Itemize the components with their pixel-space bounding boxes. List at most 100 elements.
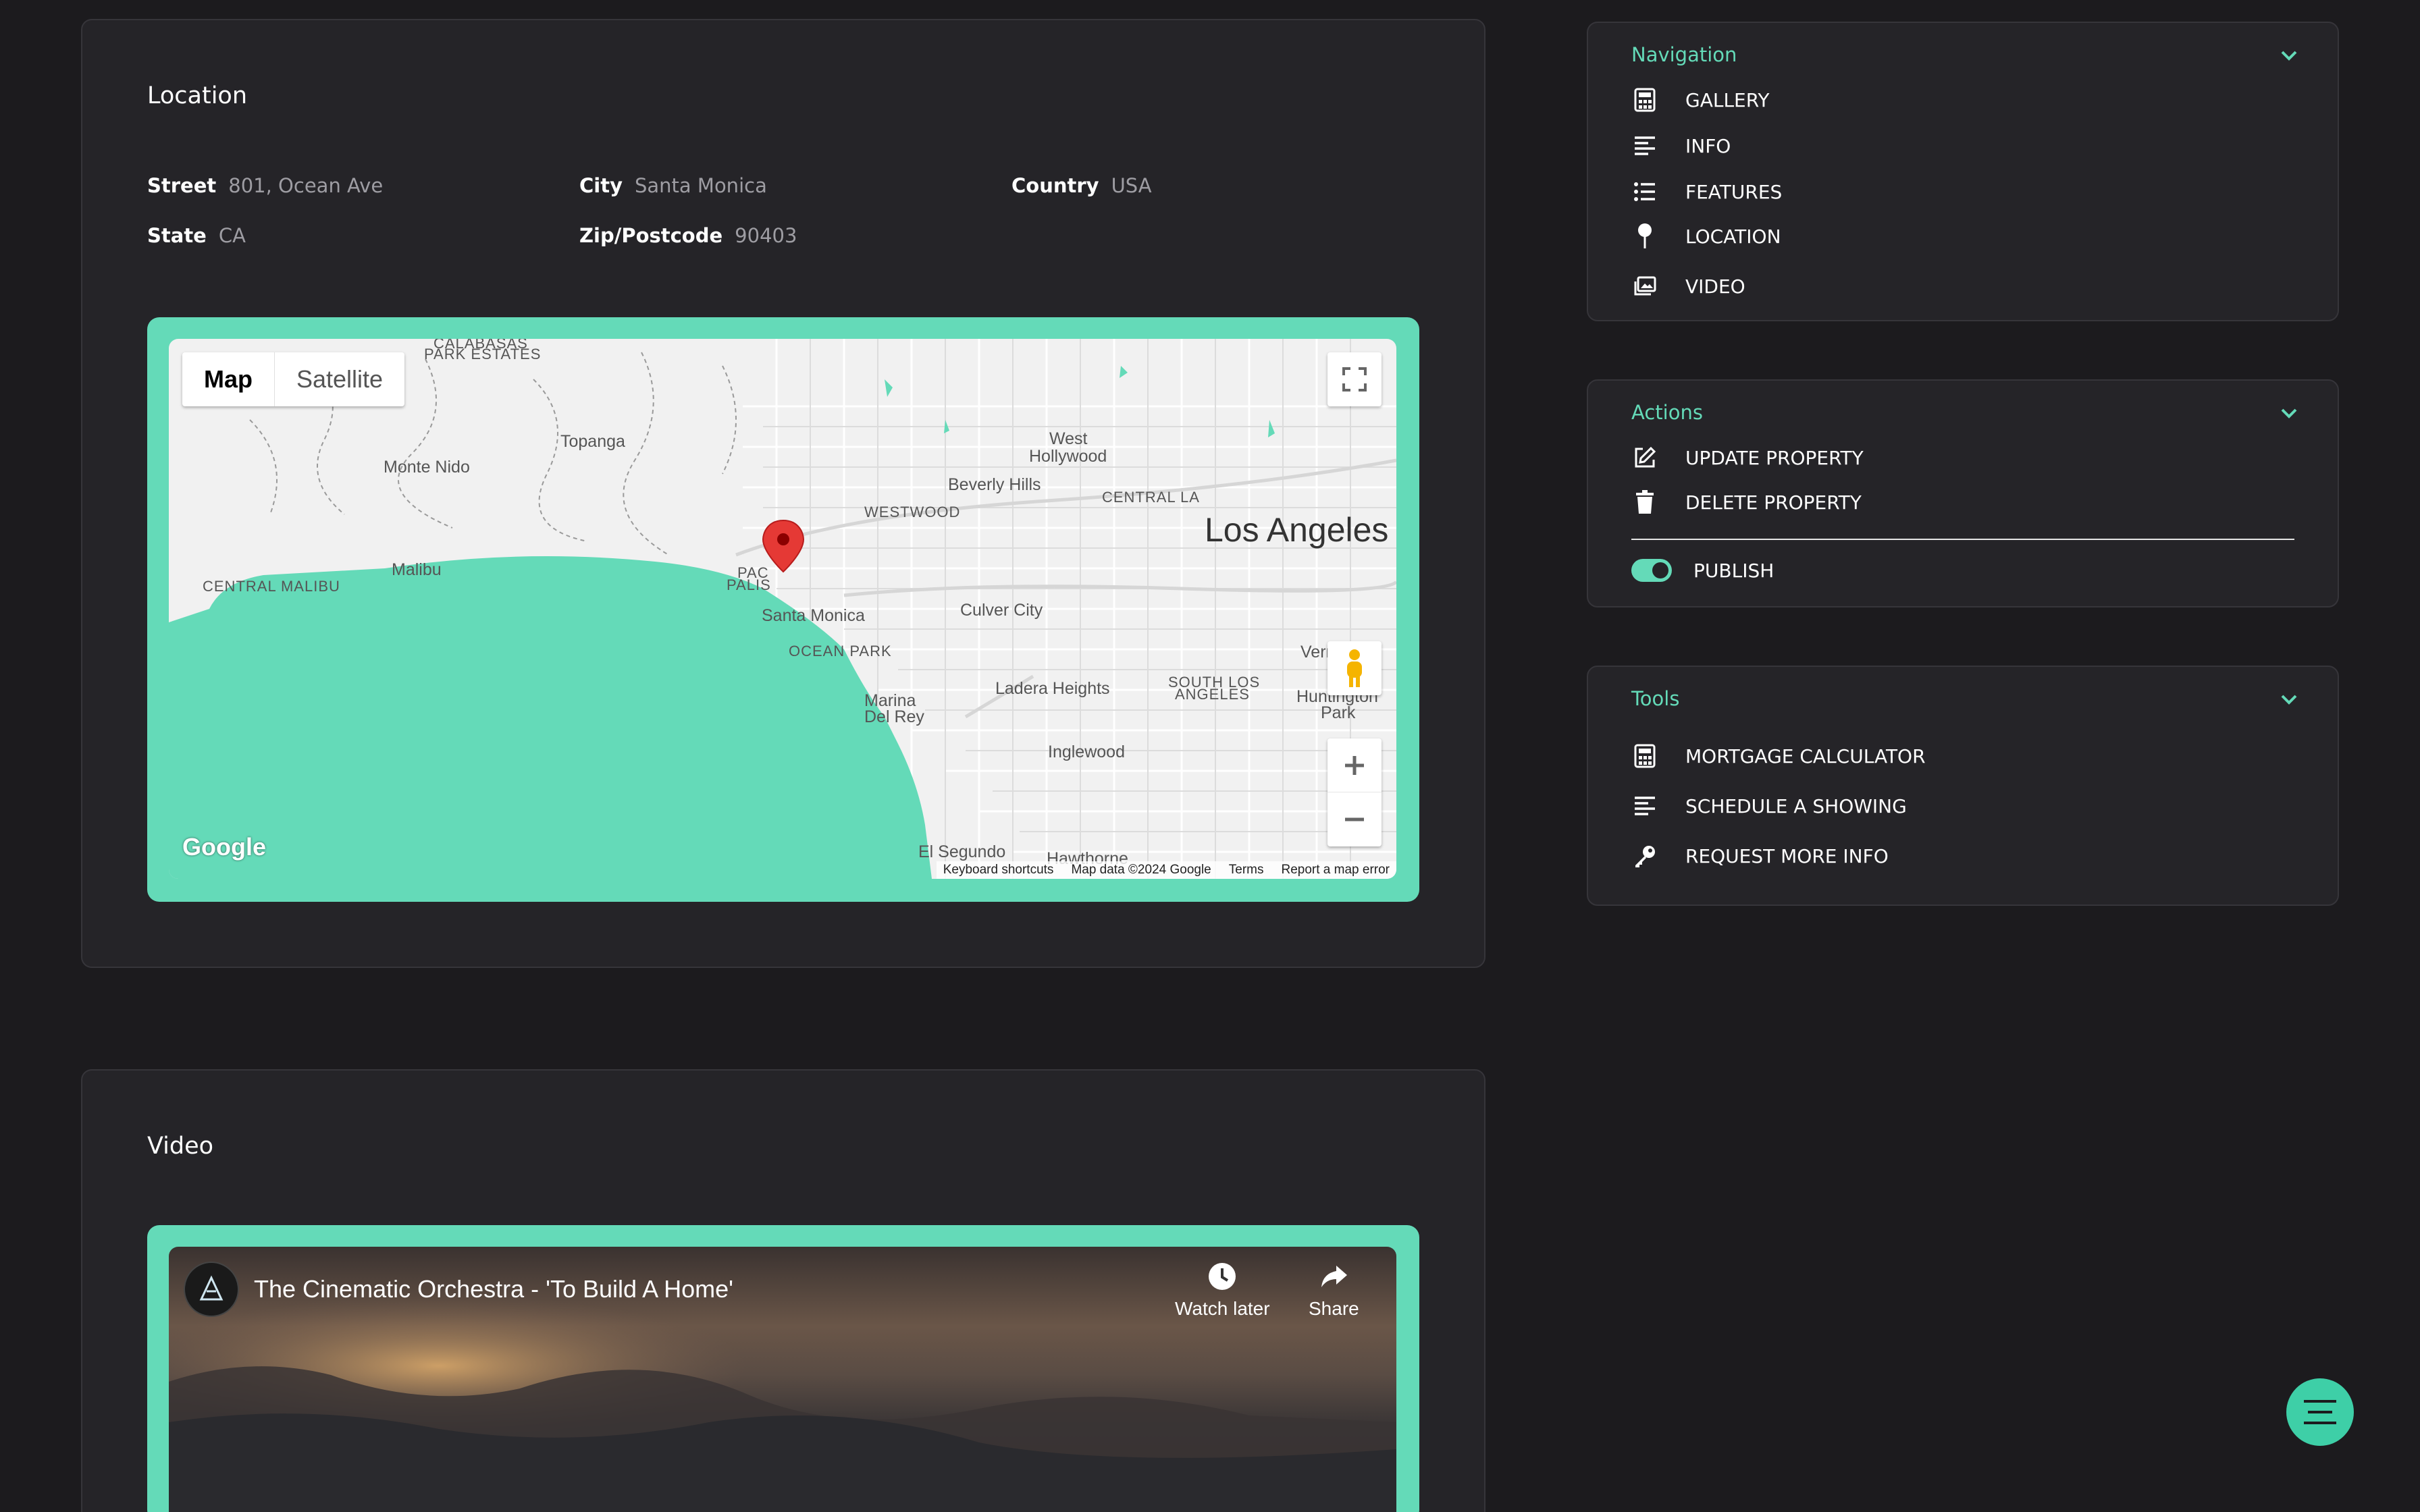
map-data-attribution: Map data ©2024 Google [1071, 863, 1211, 877]
map-type-toggle: Map Satellite [182, 352, 405, 406]
nav-item-info[interactable]: INFO [1631, 132, 1731, 159]
map-label-huntington-2: Park [1321, 703, 1356, 722]
key-icon [1635, 846, 1655, 867]
hamburger-icon [2304, 1400, 2336, 1424]
calculator-icon [1634, 744, 1656, 768]
navigation-panel: Navigation GALLERY INFO FEATURES LOCATIO… [1587, 22, 2339, 321]
fullscreen-icon [1342, 367, 1367, 392]
schedule-showing-label: SCHEDULE A SHOWING [1685, 794, 1907, 817]
street-view-pegman[interactable] [1327, 641, 1382, 695]
clock-icon [1209, 1263, 1236, 1290]
share-label: Share [1309, 1298, 1359, 1319]
map-label-topanga: Topanga [560, 432, 625, 451]
map[interactable]: CALABASAS PARK ESTATES Topanga Monte Nid… [169, 339, 1396, 879]
request-info-button[interactable]: REQUEST MORE INFO [1631, 842, 1889, 869]
location-title: Location [147, 82, 248, 109]
keyboard-shortcuts-link[interactable]: Keyboard shortcuts [943, 863, 1054, 878]
request-info-label: REQUEST MORE INFO [1685, 844, 1889, 867]
channel-avatar[interactable] [184, 1262, 239, 1317]
publish-toggle-row[interactable]: PUBLISH [1631, 559, 1774, 582]
map-label-west-hollywood-2: Hollywood [1029, 447, 1107, 466]
nav-item-label: GALLERY [1685, 88, 1770, 111]
update-property-button[interactable]: UPDATE PROPERTY [1631, 444, 1864, 471]
map-label-westwood: WESTWOOD [864, 504, 961, 520]
zip-value: 90403 [735, 224, 797, 247]
tools-panel: Tools MORTGAGE CALCULATOR SCHEDULE A SHO… [1587, 666, 2339, 906]
list-icon [1634, 182, 1655, 201]
street-label: Street [147, 174, 217, 197]
map-label-los-angeles: Los Angeles [1205, 511, 1389, 549]
publish-label: PUBLISH [1693, 559, 1774, 582]
zip-label: Zip/Postcode [579, 224, 723, 247]
terms-link[interactable]: Terms [1229, 863, 1264, 878]
map-label-central-la: CENTRAL LA [1102, 489, 1200, 506]
video-frame: The Cinematic Orchestra - 'To Build A Ho… [147, 1225, 1419, 1512]
nav-item-video[interactable]: VIDEO [1631, 273, 1745, 300]
zip-field: Zip/Postcode 90403 [579, 224, 797, 247]
actions-title[interactable]: Actions [1631, 401, 1703, 424]
nav-item-label: INFO [1685, 134, 1731, 157]
map-marker [762, 519, 805, 573]
align-left-icon [1635, 136, 1655, 155]
publish-toggle[interactable] [1631, 559, 1672, 582]
chevron-down-icon[interactable] [2280, 46, 2298, 65]
calculator-icon [1634, 88, 1656, 112]
map-label-beverly-hills: Beverly Hills [948, 475, 1041, 494]
navigation-title[interactable]: Navigation [1631, 43, 1737, 66]
google-logo: Google [182, 833, 266, 861]
channel-logo-icon [199, 1275, 223, 1301]
images-icon [1634, 276, 1656, 296]
report-map-error-link[interactable]: Report a map error [1281, 863, 1390, 878]
video-player[interactable]: The Cinematic Orchestra - 'To Build A Ho… [169, 1247, 1396, 1512]
watch-later-button[interactable]: Watch later [1175, 1262, 1270, 1320]
menu-fab-button[interactable] [2286, 1378, 2354, 1446]
delete-property-label: DELETE PROPERTY [1685, 491, 1862, 514]
watch-later-label: Watch later [1175, 1298, 1270, 1319]
map-label-marina-2: Del Rey [864, 707, 924, 726]
video-section-title: Video [147, 1133, 214, 1160]
align-left-icon [1635, 796, 1655, 815]
pegman-icon [1347, 649, 1362, 687]
delete-property-button[interactable]: DELETE PROPERTY [1631, 489, 1862, 516]
street-value: 801, Ocean Ave [228, 174, 384, 197]
fullscreen-button[interactable] [1327, 352, 1382, 406]
mortgage-calculator-button[interactable]: MORTGAGE CALCULATOR [1631, 742, 1926, 770]
city-label: City [579, 174, 623, 197]
map-label-inglewood: Inglewood [1048, 742, 1125, 761]
country-field: Country USA [1011, 174, 1152, 197]
plus-icon [1345, 755, 1364, 775]
trash-icon [1636, 490, 1654, 514]
map-type-satellite-button[interactable]: Satellite [275, 352, 404, 406]
chevron-down-icon[interactable] [2280, 690, 2298, 709]
state-value: CA [218, 224, 246, 247]
map-label-south-la-2: ANGELES [1175, 686, 1250, 703]
nav-item-features[interactable]: FEATURES [1631, 178, 1782, 205]
map-label-ocean-park: OCEAN PARK [789, 643, 892, 659]
video-title[interactable]: The Cinematic Orchestra - 'To Build A Ho… [254, 1275, 733, 1303]
map-label-west-hollywood-1: West [1049, 429, 1088, 448]
edit-icon [1635, 446, 1656, 468]
map-footer: Keyboard shortcuts Map data ©2024 Google… [936, 861, 1396, 879]
actions-divider [1631, 539, 2294, 540]
city-value: Santa Monica [635, 174, 767, 197]
schedule-showing-button[interactable]: SCHEDULE A SHOWING [1631, 792, 1907, 819]
city-field: City Santa Monica [579, 174, 767, 197]
share-icon [1321, 1266, 1348, 1287]
zoom-controls [1327, 738, 1382, 846]
tools-title[interactable]: Tools [1631, 687, 1679, 710]
nav-item-label: LOCATION [1685, 225, 1781, 248]
zoom-out-button[interactable] [1327, 792, 1382, 846]
share-button[interactable]: Share [1309, 1262, 1359, 1320]
update-property-label: UPDATE PROPERTY [1685, 446, 1864, 469]
nav-item-gallery[interactable]: GALLERY [1631, 86, 1770, 113]
map-frame: CALABASAS PARK ESTATES Topanga Monte Nid… [147, 317, 1419, 902]
chevron-down-icon[interactable] [2280, 404, 2298, 423]
map-label-santa-monica: Santa Monica [762, 606, 865, 625]
map-label-central-malibu: CENTRAL MALIBU [203, 578, 340, 595]
state-field: State CA [147, 224, 246, 247]
nav-item-label: VIDEO [1685, 275, 1745, 298]
map-type-map-button[interactable]: Map [182, 352, 275, 406]
ocean [169, 556, 932, 879]
zoom-in-button[interactable] [1327, 738, 1382, 792]
nav-item-location[interactable]: LOCATION [1631, 223, 1781, 250]
